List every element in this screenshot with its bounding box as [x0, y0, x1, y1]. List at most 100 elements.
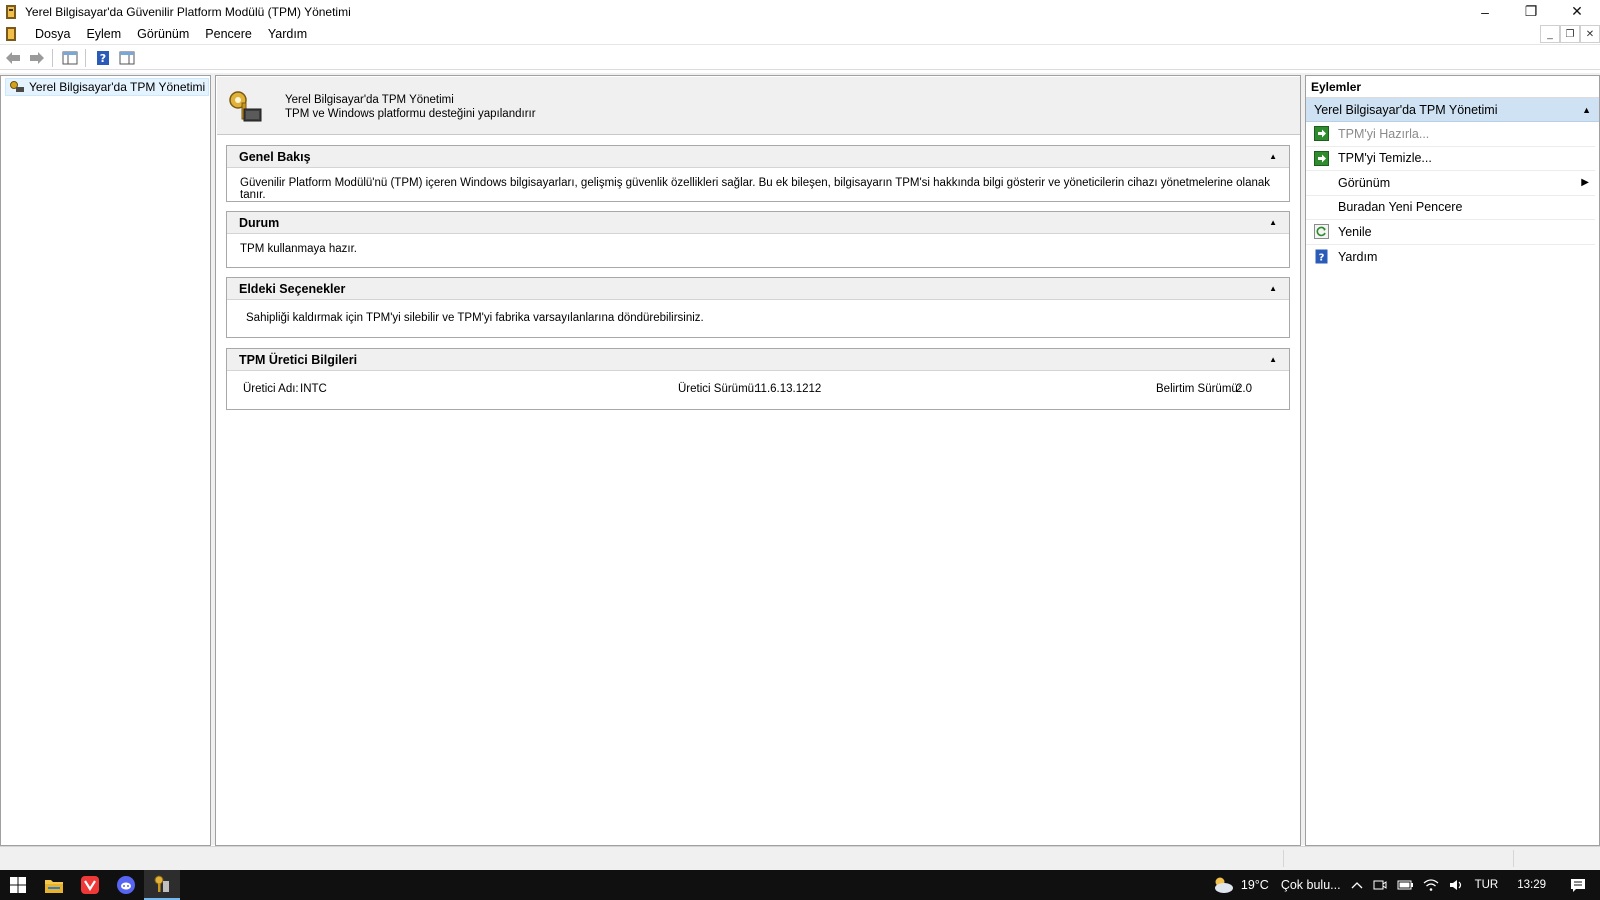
show-hide-console-tree-button[interactable] [59, 48, 81, 68]
svg-text:?: ? [1318, 253, 1324, 264]
show-hidden-icons-button[interactable] [1346, 881, 1368, 889]
actions-header: Eylemler [1306, 76, 1599, 98]
collapse-icon[interactable]: ▲ [1269, 355, 1277, 364]
meet-now-button[interactable] [1368, 878, 1392, 892]
menu-file[interactable]: Dosya [27, 23, 78, 45]
volume-indicator[interactable] [1444, 878, 1470, 892]
section-overview: Genel Bakış ▲ Güvenilir Platform Modülü'… [226, 145, 1290, 202]
action-pane-icon [119, 51, 135, 64]
folder-icon [45, 879, 63, 893]
show-hide-action-pane-button[interactable] [116, 48, 138, 68]
weather-widget[interactable]: 19°C Çok bulu... [1206, 876, 1346, 894]
collapse-icon[interactable]: ▲ [1269, 284, 1277, 293]
battery-indicator[interactable] [1392, 879, 1418, 891]
language-label: TUR [1474, 879, 1499, 891]
taskbar-file-explorer[interactable] [36, 870, 72, 900]
collapse-icon[interactable]: ▲ [1269, 218, 1277, 227]
manufacturer-name-label: Üretici Adı: [243, 383, 299, 395]
manufacturer-info-row: Üretici Adı: INTC Üretici Sürümü: 11.6.1… [227, 371, 1289, 409]
action-label: TPM'yi Temizle... [1338, 151, 1432, 166]
actions-pane: Eylemler Yerel Bilgisayar'da TPM Yönetim… [1305, 75, 1600, 846]
speaker-icon [1449, 880, 1461, 890]
action-label: Buradan Yeni Pencere [1338, 200, 1463, 215]
manufacturer-version-value: 11.6.13.1212 [755, 383, 822, 395]
help-toolbar-button[interactable]: ? [92, 48, 114, 68]
start-button[interactable] [0, 870, 36, 900]
tpm-key-icon [229, 91, 262, 122]
back-button[interactable] [2, 48, 24, 68]
action-label: TPM'yi Hazırla... [1338, 126, 1430, 141]
action-view[interactable]: Görünüm ▶ [1306, 171, 1595, 196]
tree-item-label: Yerel Bilgisayar'da TPM Yönetimi [29, 80, 206, 94]
section-status: Durum ▲ TPM kullanmaya hazır. [226, 211, 1290, 268]
action-label: Yardım [1338, 249, 1378, 264]
taskbar-discord[interactable] [108, 870, 144, 900]
manufacturer-name-value: INTC [300, 383, 327, 395]
menu-view[interactable]: Görünüm [129, 23, 197, 45]
taskbar-vivaldi[interactable] [72, 870, 108, 900]
action-help[interactable]: ? Yardım [1306, 245, 1595, 270]
submenu-arrow-icon: ▶ [1581, 177, 1589, 189]
system-tray: 19°C Çok bulu... TUR 13:29 [1206, 870, 1600, 900]
manufacturer-version-label: Üretici Sürümü: [678, 383, 758, 395]
close-button[interactable]: ✕ [1554, 0, 1600, 23]
svg-text:?: ? [100, 52, 106, 65]
taskbar: 19°C Çok bulu... TUR 13:29 [0, 870, 1600, 900]
camera-icon [1373, 880, 1387, 890]
menu-help[interactable]: Yardım [260, 23, 315, 45]
menu-window[interactable]: Pencere [197, 23, 260, 45]
green-arrow-icon [1313, 126, 1329, 142]
section-header[interactable]: Genel Bakış ▲ [227, 146, 1289, 168]
menu-bar: Dosya Eylem Görünüm Pencere Yardım _ ❐ ✕ [0, 23, 1600, 45]
clock[interactable]: 13:29 [1503, 879, 1560, 891]
discord-icon [117, 876, 135, 894]
mdi-close-button[interactable]: ✕ [1580, 25, 1600, 43]
action-prepare-tpm[interactable]: TPM'yi Hazırla... [1306, 122, 1595, 147]
collapse-icon[interactable]: ▲ [1269, 152, 1277, 161]
wifi-indicator[interactable] [1418, 878, 1444, 892]
mdi-restore-button[interactable]: ❐ [1560, 25, 1580, 43]
section-header[interactable]: Eldeki Seçenekler ▲ [227, 278, 1289, 300]
spec-version-value: 2.0 [1236, 383, 1252, 395]
section-title: Eldeki Seçenekler [239, 281, 346, 296]
action-clear-tpm[interactable]: TPM'yi Temizle... [1306, 147, 1595, 171]
taskbar-tpm-console[interactable] [144, 870, 180, 900]
section-title: Genel Bakış [239, 149, 311, 164]
action-refresh[interactable]: Yenile [1306, 220, 1595, 245]
section-header[interactable]: Durum ▲ [227, 212, 1289, 234]
refresh-icon [1313, 224, 1329, 240]
input-language-indicator[interactable]: TUR [1470, 879, 1504, 891]
battery-icon [1397, 880, 1413, 890]
notification-icon [1571, 878, 1585, 892]
window-title: Yerel Bilgisayar'da Güvenilir Platform M… [25, 4, 351, 19]
forward-button[interactable] [26, 48, 48, 68]
tpm-taskbar-icon [154, 875, 169, 892]
status-bar [0, 846, 1600, 870]
options-text: Sahipliği kaldırmak için TPM'yi silebili… [246, 312, 704, 324]
collapse-icon[interactable]: ▲ [1582, 105, 1591, 115]
section-header[interactable]: TPM Üretici Bilgileri ▲ [227, 349, 1289, 371]
menu-action[interactable]: Eylem [78, 23, 129, 45]
minimize-button[interactable]: – [1462, 0, 1508, 23]
mmc-document-icon[interactable] [3, 26, 19, 42]
actions-group-header[interactable]: Yerel Bilgisayar'da TPM Yönetimi ▲ [1306, 98, 1599, 122]
tree-item-tpm-management[interactable]: Yerel Bilgisayar'da TPM Yönetimi [5, 78, 210, 96]
actions-group-title: Yerel Bilgisayar'da TPM Yönetimi [1314, 102, 1498, 117]
mdi-controls: _ ❐ ✕ [1540, 25, 1600, 43]
status-bar-divider [1283, 850, 1284, 867]
cloudy-weather-icon [1214, 877, 1233, 893]
header-subtitle: TPM ve Windows platformu desteğini yapıl… [285, 108, 536, 120]
content-pane: Yerel Bilgisayar'da TPM Yönetimi TPM ve … [215, 75, 1301, 846]
action-new-window-from-here[interactable]: Buradan Yeni Pencere [1306, 196, 1595, 220]
tpm-tree-icon [10, 81, 24, 92]
mdi-minimize-button[interactable]: _ [1540, 25, 1560, 43]
weather-temperature: 19°C [1240, 878, 1269, 892]
action-label: Görünüm [1338, 175, 1391, 190]
title-bar: Yerel Bilgisayar'da Güvenilir Platform M… [0, 0, 1600, 23]
vivaldi-icon [81, 876, 99, 894]
action-center-button[interactable] [1560, 878, 1600, 893]
header-title: Yerel Bilgisayar'da TPM Yönetimi [285, 94, 454, 106]
main-area: Yerel Bilgisayar'da TPM Yönetimi Yerel B… [0, 73, 1600, 846]
toolbar-separator [52, 48, 53, 67]
restore-button[interactable]: ❐ [1508, 0, 1554, 23]
